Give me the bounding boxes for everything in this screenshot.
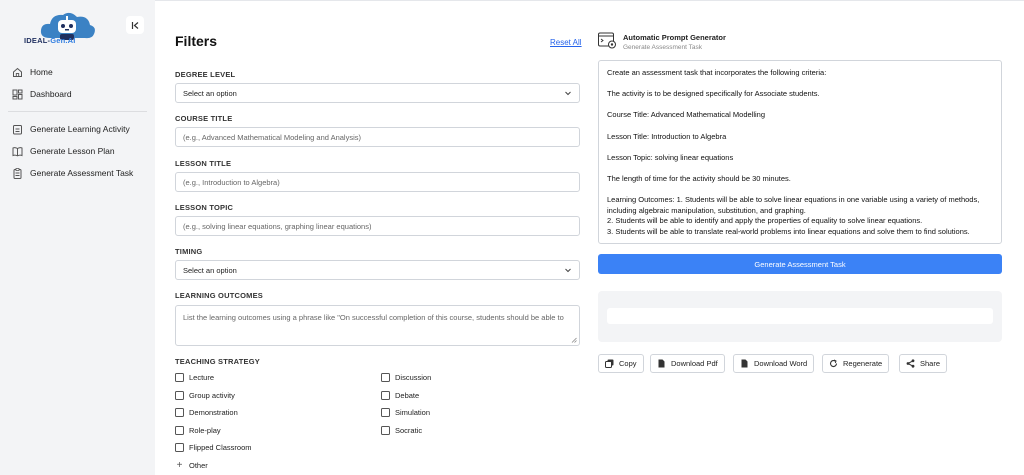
strategy-discussion[interactable]: Discussion (381, 373, 431, 382)
sidebar-item-label: Dashboard (30, 89, 72, 99)
refresh-icon (829, 359, 838, 368)
generator-subtitle: Generate Assessment Task (623, 44, 703, 51)
strategy-simulation[interactable]: Simulation (381, 408, 430, 417)
checkbox[interactable] (175, 373, 184, 382)
lesson-topic-input[interactable]: (e.g., solving linear equations, graphin… (175, 216, 580, 236)
checkbox[interactable] (175, 443, 184, 452)
sidebar-item-label: Generate Lesson Plan (30, 146, 115, 156)
teaching-strategy-label: TEACHING STRATEGY (175, 357, 260, 366)
strategy-role-play[interactable]: Role-play (175, 426, 221, 435)
download-pdf-button[interactable]: Download Pdf (650, 354, 725, 373)
checkbox-label: Group activity (189, 391, 235, 400)
action-label: Download Pdf (671, 359, 718, 368)
strategy-flipped-classroom[interactable]: Flipped Classroom (175, 443, 252, 452)
result-panel (598, 291, 1002, 342)
action-label: Download Word (754, 359, 808, 368)
regenerate-button[interactable]: Regenerate (822, 354, 890, 373)
chevron-down-icon (565, 91, 571, 96)
action-label: Copy (619, 359, 637, 368)
sidebar-item-generate-assessment-task[interactable]: Generate Assessment Task (0, 162, 155, 184)
terminal-gear-icon (598, 32, 616, 49)
checkbox-label: Discussion (395, 373, 432, 382)
degree-level-label: DEGREE LEVEL (175, 70, 236, 79)
checkbox[interactable] (381, 391, 390, 400)
strategy-socratic[interactable]: Socratic (381, 426, 422, 435)
timing-value: Select an option (183, 265, 237, 275)
copy-icon (605, 359, 614, 368)
checklist-icon (12, 167, 23, 179)
checkbox-label: Flipped Classroom (189, 443, 252, 452)
lesson-title-input[interactable]: (e.g., Introduction to Algebra) (175, 172, 580, 192)
checkbox[interactable] (175, 408, 184, 417)
sidebar-item-generate-learning-activity[interactable]: Generate Learning Activity (0, 118, 155, 140)
sidebar-item-label: Generate Learning Activity (30, 124, 130, 134)
checkbox-label: Demonstration (189, 408, 238, 417)
chevron-down-icon (565, 268, 571, 273)
plus-icon: + (176, 460, 183, 471)
lesson-title-placeholder: (e.g., Introduction to Algebra) (183, 177, 280, 187)
main-content: Filters Reset All DEGREE LEVEL Select an… (155, 0, 1024, 475)
strategy-other-add[interactable]: + Other (175, 460, 208, 471)
checkbox[interactable] (381, 426, 390, 435)
checkbox-label: Socratic (395, 426, 423, 435)
prompt-textarea[interactable]: Create an assessment task that incorpora… (598, 60, 1002, 244)
logo-text: IDEAL-Gen.AI (24, 36, 76, 45)
other-label: Other (189, 461, 208, 470)
app-root: IDEAL-Gen.AI Home Dashboard Generate Lea… (0, 0, 1024, 475)
sidebar-item-home[interactable]: Home (0, 61, 155, 83)
share-icon (906, 359, 915, 368)
page-title: Filters (175, 33, 218, 49)
sidebar-item-generate-lesson-plan[interactable]: Generate Lesson Plan (0, 140, 155, 162)
action-label: Share (920, 359, 941, 368)
sidebar-item-label: Home (30, 67, 53, 77)
reset-all-link[interactable]: Reset All (550, 38, 582, 47)
result-output (607, 308, 993, 324)
sidebar-item-dashboard[interactable]: Dashboard (0, 83, 155, 105)
learning-outcomes-placeholder: List the learning outcomes using a phras… (183, 313, 564, 322)
checkbox-label: Debate (395, 391, 420, 400)
checkbox-label: Lecture (189, 373, 215, 382)
book-icon (12, 146, 23, 157)
strategy-lecture[interactable]: Lecture (175, 373, 214, 382)
lesson-topic-label: LESSON TOPIC (175, 203, 234, 212)
course-title-input[interactable]: (e.g., Advanced Mathematical Modeling an… (175, 127, 580, 147)
sidebar: IDEAL-Gen.AI Home Dashboard Generate Lea… (0, 0, 155, 475)
learning-outcomes-label: LEARNING OUTCOMES (175, 291, 263, 300)
collapse-left-icon (131, 21, 138, 29)
sidebar-nav: Home Dashboard Generate Learning Activit… (0, 61, 155, 184)
download-word-button[interactable]: Download Word (733, 354, 815, 373)
checkbox-label: Role-play (189, 426, 221, 435)
degree-level-value: Select an option (183, 88, 237, 98)
dashboard-icon (12, 89, 23, 100)
file-icon (740, 359, 749, 368)
collapse-sidebar-button[interactable] (126, 16, 144, 34)
checkbox[interactable] (175, 391, 184, 400)
sidebar-divider (8, 111, 147, 112)
share-button[interactable]: Share (899, 354, 948, 373)
generate-assessment-task-button[interactable]: Generate Assessment Task (598, 254, 1002, 274)
copy-button[interactable]: Copy (598, 354, 644, 373)
generator-title: Automatic Prompt Generator (623, 33, 726, 42)
lesson-title-label: LESSON TITLE (175, 159, 232, 168)
file-icon (657, 359, 666, 368)
strategy-group-activity[interactable]: Group activity (175, 391, 235, 400)
sidebar-item-label: Generate Assessment Task (30, 168, 134, 178)
strategy-demonstration[interactable]: Demonstration (175, 408, 238, 417)
checkbox[interactable] (381, 408, 390, 417)
course-title-placeholder: (e.g., Advanced Mathematical Modeling an… (183, 132, 362, 142)
learning-outcomes-textarea[interactable]: List the learning outcomes using a phras… (175, 305, 580, 346)
strategy-debate[interactable]: Debate (381, 391, 419, 400)
resize-grip-icon[interactable] (571, 337, 577, 343)
checkbox[interactable] (381, 373, 390, 382)
lesson-topic-placeholder: (e.g., solving linear equations, graphin… (183, 221, 372, 231)
timing-label: TIMING (175, 247, 203, 256)
action-label: Regenerate (843, 359, 883, 368)
checkbox-label: Simulation (395, 408, 431, 417)
clipboard-icon (12, 124, 23, 135)
checkbox[interactable] (175, 426, 184, 435)
course-title-label: COURSE TITLE (175, 114, 233, 123)
home-icon (12, 67, 23, 78)
timing-select[interactable]: Select an option (175, 260, 580, 280)
degree-level-select[interactable]: Select an option (175, 83, 580, 103)
